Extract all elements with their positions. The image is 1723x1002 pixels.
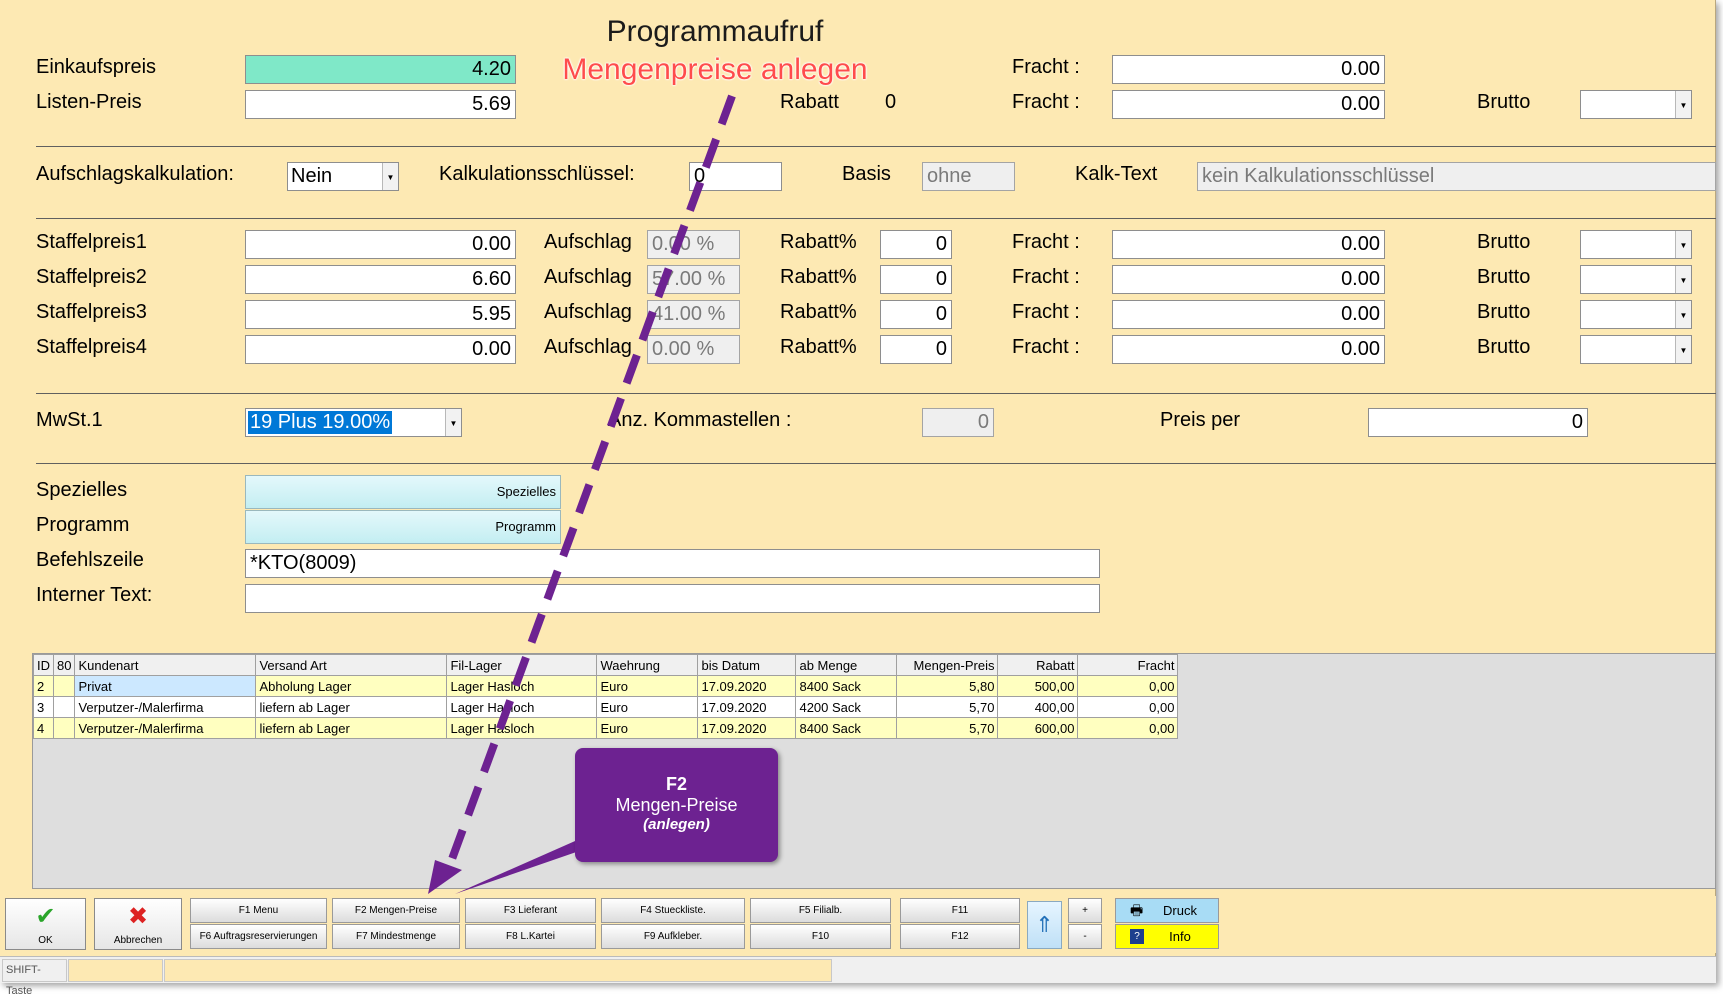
annotation-arrows (428, 94, 736, 894)
f2-callout: F2 Mengen-Preise (anlegen) (575, 748, 778, 862)
callout-key: F2 (665, 774, 687, 794)
arrowhead-icon (428, 860, 462, 894)
callout-note: (anlegen) (643, 816, 710, 833)
callout-label: Mengen-Preise (615, 795, 738, 815)
